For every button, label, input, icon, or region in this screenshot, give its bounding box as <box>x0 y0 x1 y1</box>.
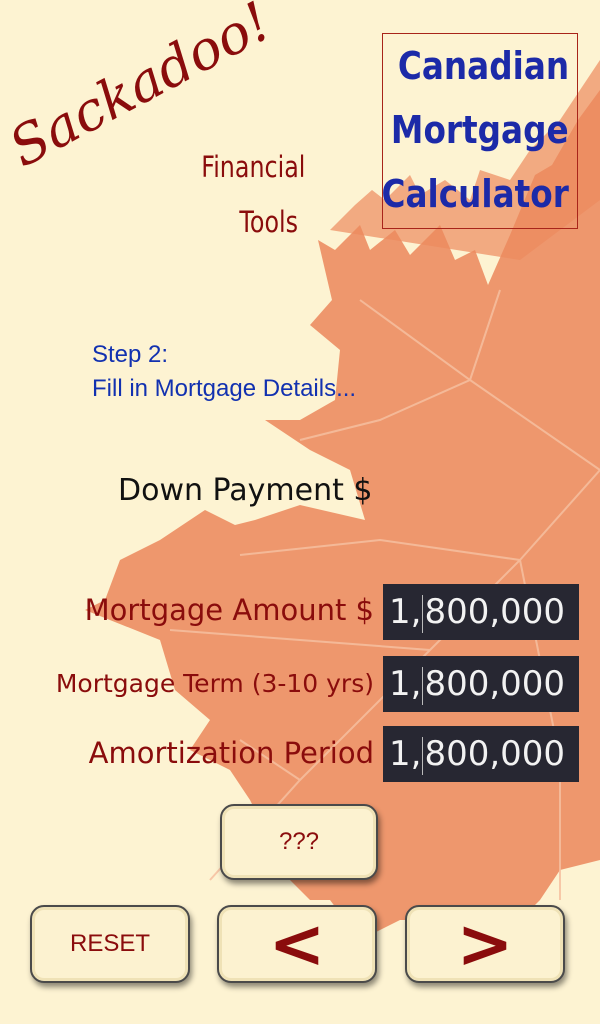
reset-button[interactable]: RESET <box>30 905 190 983</box>
title-line-2: Mortgage <box>391 108 569 152</box>
chevron-right-icon: > <box>456 904 514 984</box>
app-title-box: Canadian Mortgage Calculator <box>382 33 578 229</box>
logo-tagline: Financial Tools <box>201 140 306 250</box>
next-button[interactable]: > <box>405 904 565 984</box>
previous-button[interactable]: < <box>217 904 377 984</box>
reset-button-label: RESET <box>69 930 150 957</box>
amortization-value-start: 1, <box>389 734 422 774</box>
amortization-value-end: 800,000 <box>424 734 566 774</box>
step-description: Fill in Mortgage Details... <box>92 375 357 402</box>
step-instructions: Step 2: Fill in Mortgage Details... <box>92 338 356 406</box>
help-button-label: ??? <box>278 828 320 855</box>
tagline-line-2: Tools <box>239 205 298 239</box>
title-line-3: Calculator <box>381 172 569 216</box>
mortgage-term-value-end: 800,000 <box>424 664 566 704</box>
mortgage-term-value-start: 1, <box>389 664 422 704</box>
mortgage-amount-value-end: 800,000 <box>424 592 566 632</box>
tagline-line-1: Financial <box>201 150 306 184</box>
amortization-period-label: Amortization Period <box>88 736 374 770</box>
step-number: Step 2: <box>92 341 169 368</box>
mortgage-amount-input[interactable]: 1,800,000 <box>383 584 579 640</box>
help-button[interactable]: ??? <box>220 804 378 880</box>
title-line-1: Canadian <box>397 44 569 88</box>
mortgage-term-label: Mortgage Term (3-10 yrs) <box>55 669 374 698</box>
mortgage-amount-label: Mortgage Amount $ <box>84 593 374 627</box>
mortgage-amount-value-start: 1, <box>389 592 422 632</box>
chevron-left-icon: < <box>268 904 326 984</box>
amortization-period-input[interactable]: 1,800,000 <box>383 726 579 782</box>
down-payment-label: Down Payment $ <box>118 473 373 508</box>
mortgage-term-input[interactable]: 1,800,000 <box>383 656 579 712</box>
